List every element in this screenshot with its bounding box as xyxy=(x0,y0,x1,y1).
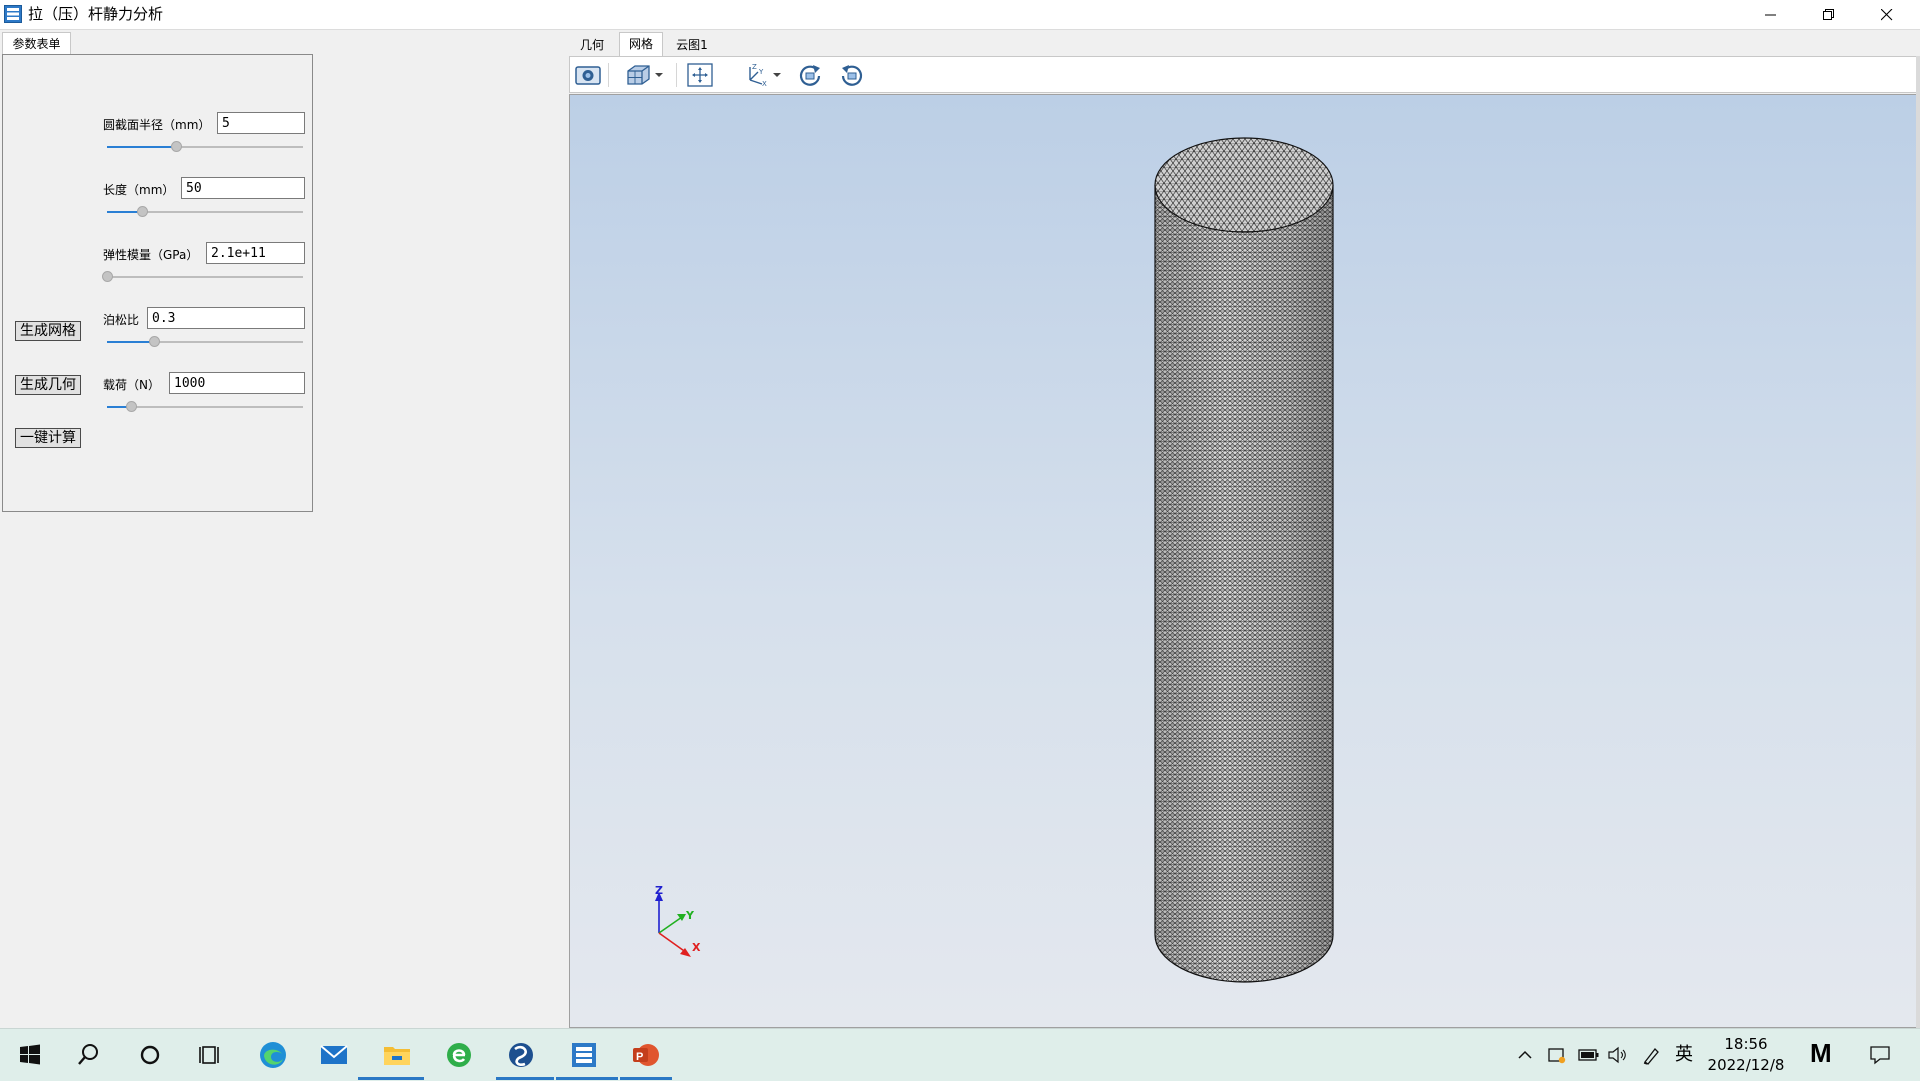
windows-start-icon[interactable] xyxy=(14,1039,46,1071)
slider-thumb[interactable] xyxy=(149,336,161,347)
elastic-modulus-label: 弹性模量（GPa） xyxy=(103,248,199,262)
parameter-form-panel: 圆截面半径（mm） 长度（mm） 弹性模量（GPa） 泊松比 载荷（N） 生成网… xyxy=(2,54,313,512)
view-orientation-button[interactable] xyxy=(624,62,652,88)
right-edge-scrollbar[interactable] xyxy=(1916,56,1920,1028)
minimize-icon xyxy=(1765,14,1776,16)
y-axis xyxy=(658,916,683,934)
notification-icon[interactable] xyxy=(1869,1044,1891,1066)
chevron-up-icon[interactable] xyxy=(1517,1048,1533,1062)
ime-indicator[interactable]: 英 xyxy=(1675,1029,1693,1081)
file-explorer-icon[interactable] xyxy=(381,1039,413,1071)
rotate-ccw-button[interactable] xyxy=(838,62,866,88)
generate-mesh-button[interactable]: 生成网格 xyxy=(15,321,81,341)
axes-view-button[interactable]: Z Y X xyxy=(742,62,770,88)
view-orientation-dropdown[interactable] xyxy=(652,62,666,88)
length-label: 长度（mm） xyxy=(103,183,175,197)
title-bar: 拉（压）杆静力分析 xyxy=(0,0,1920,30)
one-click-compute-button[interactable]: 一键计算 xyxy=(15,428,81,448)
screenshot-button[interactable] xyxy=(574,62,602,88)
radius-input[interactable] xyxy=(217,112,305,134)
axes-icon: Z Y X xyxy=(749,63,767,88)
search-icon[interactable] xyxy=(73,1039,105,1071)
cylinder-mesh xyxy=(1154,137,1334,983)
pen-icon[interactable] xyxy=(1641,1045,1661,1065)
3d-viewport[interactable]: Z Y X xyxy=(569,94,1917,1028)
mesh-render[interactable]: Z Y X xyxy=(570,95,1917,1028)
fit-view-button[interactable] xyxy=(686,62,714,88)
taskbar: P 英 18:56 2022/12/8 M xyxy=(0,1028,1920,1081)
poisson-ratio-slider[interactable] xyxy=(107,335,303,349)
poisson-ratio-label: 泊松比 xyxy=(103,313,140,327)
radius-label: 圆截面半径（mm） xyxy=(103,118,211,132)
radius-slider[interactable] xyxy=(107,140,303,154)
task-view-icon[interactable] xyxy=(194,1039,226,1071)
tray-logo[interactable]: M xyxy=(1810,1038,1832,1069)
length-slider[interactable] xyxy=(107,205,303,219)
svg-text:P: P xyxy=(636,1051,643,1063)
restore-icon xyxy=(1823,9,1834,20)
edge-icon[interactable] xyxy=(257,1039,289,1071)
z-axis-label: Z xyxy=(655,884,663,897)
y-axis-label: Y xyxy=(685,909,695,922)
camera-icon xyxy=(575,66,601,85)
clock-date: 2022/12/8 xyxy=(1707,1056,1785,1074)
ie-icon[interactable] xyxy=(443,1039,475,1071)
app-icon xyxy=(4,5,22,23)
svg-text:Z: Z xyxy=(752,63,757,71)
elastic-modulus-slider[interactable] xyxy=(102,270,303,284)
window-title: 拉（压）杆静力分析 xyxy=(28,5,164,23)
orientation-axes: Z Y X xyxy=(655,884,701,957)
dropdown-arrow-icon xyxy=(655,73,663,77)
dropdown-arrow-icon xyxy=(773,73,781,77)
slider-thumb[interactable] xyxy=(102,271,113,282)
generate-geometry-button[interactable]: 生成几何 xyxy=(15,375,81,395)
svg-text:X: X xyxy=(762,80,767,88)
rotate-ccw-icon xyxy=(841,65,863,86)
tab-mesh[interactable]: 网格 xyxy=(619,32,663,56)
fit-view-icon xyxy=(687,63,713,87)
tab-geometry[interactable]: 几何 xyxy=(569,34,615,56)
slider-thumb[interactable] xyxy=(170,141,182,152)
poisson-ratio-input[interactable] xyxy=(147,307,305,329)
rotate-cw-icon xyxy=(799,65,821,86)
x-axis xyxy=(658,932,688,954)
load-slider[interactable] xyxy=(107,400,303,414)
powerpoint-icon[interactable]: P xyxy=(630,1039,662,1071)
slider-thumb[interactable] xyxy=(125,401,137,412)
close-button[interactable] xyxy=(1858,0,1916,29)
elastic-modulus-input[interactable] xyxy=(206,242,305,264)
svg-text:Y: Y xyxy=(758,68,764,76)
cortana-icon[interactable] xyxy=(134,1039,166,1071)
app-mesh-icon[interactable] xyxy=(568,1039,600,1071)
view-toolbar: Z Y X xyxy=(569,56,1917,93)
view-cube-icon xyxy=(627,65,650,85)
network-icon[interactable] xyxy=(1547,1045,1567,1065)
clock-time: 18:56 xyxy=(1724,1035,1768,1053)
app-swirl-icon[interactable] xyxy=(505,1039,537,1071)
x-axis-label: X xyxy=(692,941,701,954)
battery-icon[interactable] xyxy=(1578,1048,1600,1062)
tab-contour-1[interactable]: 云图1 xyxy=(667,34,717,56)
minimize-button[interactable] xyxy=(1742,0,1800,29)
slider-thumb[interactable] xyxy=(137,206,149,217)
clock[interactable]: 18:56 2022/12/8 xyxy=(1700,1034,1792,1076)
restore-button[interactable] xyxy=(1800,0,1858,29)
mail-icon[interactable] xyxy=(318,1039,350,1071)
length-input[interactable] xyxy=(181,177,305,199)
load-input[interactable] xyxy=(169,372,305,394)
rotate-cw-button[interactable] xyxy=(796,62,824,88)
axes-view-dropdown[interactable] xyxy=(770,62,784,88)
close-icon xyxy=(1881,9,1893,21)
volume-icon[interactable] xyxy=(1607,1045,1629,1065)
tab-parameter-form[interactable]: 参数表单 xyxy=(2,32,71,54)
load-label: 载荷（N） xyxy=(103,378,160,392)
